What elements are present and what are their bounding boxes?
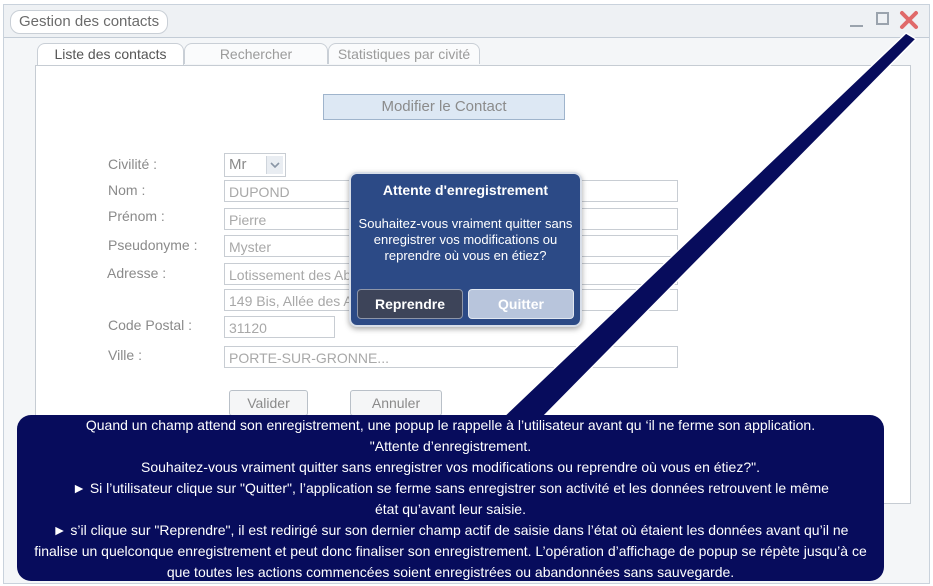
code-postal-field[interactable]: 31120 bbox=[224, 316, 335, 338]
callout-line: Souhaitez-vous vraiment quitter sans enr… bbox=[141, 459, 760, 475]
window-title: Gestion des contacts bbox=[10, 10, 169, 34]
label-adresse: Adresse : bbox=[107, 265, 167, 281]
annuler-button[interactable]: Annuler bbox=[350, 390, 442, 416]
tab-rechercher[interactable]: Rechercher bbox=[184, 43, 328, 64]
tab-statistiques[interactable]: Statistiques par civité bbox=[328, 43, 480, 64]
form-title: Modifier le Contact bbox=[323, 94, 565, 120]
label-ville: Ville : bbox=[108, 347, 142, 363]
title-bar: Gestion des contacts bbox=[4, 5, 929, 38]
quitter-button[interactable]: Quitter bbox=[468, 289, 574, 319]
label-pseudonyme: Pseudonyme : bbox=[108, 237, 198, 253]
civilite-select[interactable]: Mr bbox=[224, 153, 286, 177]
tab-liste-contacts[interactable]: Liste des contacts bbox=[37, 43, 184, 66]
maximize-icon[interactable] bbox=[875, 11, 893, 29]
callout-line: ► s’il clique sur "Reprendre", il est re… bbox=[34, 522, 867, 580]
label-civilite: Civilité : bbox=[108, 156, 158, 172]
annotation-callout: Quand un champ attend son enregistrement… bbox=[17, 415, 884, 581]
civilite-value: Mr bbox=[229, 156, 247, 173]
reprendre-button[interactable]: Reprendre bbox=[357, 289, 463, 319]
callout-line: Quand un champ attend son enregistrement… bbox=[85, 417, 816, 433]
callout-line: "Attente d’enregistrement. bbox=[369, 438, 532, 454]
close-icon[interactable] bbox=[898, 9, 920, 31]
label-code-postal: Code Postal : bbox=[108, 317, 193, 333]
label-nom: Nom : bbox=[108, 182, 146, 198]
dialog-title: Attente d'enregistrement bbox=[382, 182, 549, 198]
minimize-icon[interactable] bbox=[848, 11, 866, 29]
confirm-dialog: Attente d'enregistrement Souhaitez-vous … bbox=[349, 172, 582, 327]
dialog-message: Souhaitez-vous vraiment quitter sans enr… bbox=[358, 216, 573, 263]
label-prenom: Prénom : bbox=[108, 208, 165, 224]
valider-button[interactable]: Valider bbox=[229, 390, 308, 416]
callout-line: ► Si l’utilisateur clique sur "Quitter",… bbox=[72, 480, 829, 517]
chevron-down-icon[interactable] bbox=[266, 156, 283, 174]
ville-field[interactable]: PORTE-SUR-GRONNE... bbox=[224, 346, 678, 368]
